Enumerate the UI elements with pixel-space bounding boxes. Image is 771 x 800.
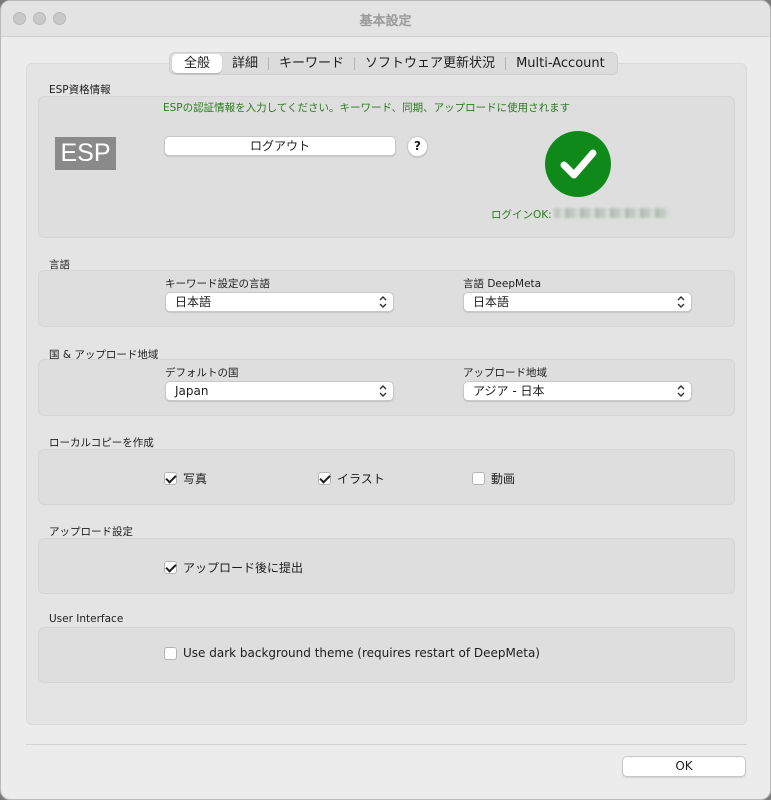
updown-chevron-icon: [677, 296, 685, 308]
default-country-select[interactable]: Japan: [165, 381, 394, 401]
video-checkbox-row[interactable]: 動画: [472, 470, 515, 487]
esp-hint-text: ESPの認証情報を入力してください。キーワード、同期、アップロードに使用されます: [163, 102, 571, 114]
preferences-window: 基本設定 全般 詳細 キーワード ソフトウェア更新状況 Multi-Accoun…: [0, 0, 771, 800]
submit-after-upload-label: アップロード後に提出: [183, 561, 304, 575]
ok-button[interactable]: OK: [622, 756, 746, 777]
tab-software-update[interactable]: ソフトウェア更新状況: [355, 54, 505, 73]
tab-keywords[interactable]: キーワード: [269, 54, 354, 73]
photo-checkbox-row[interactable]: 写真: [164, 470, 207, 487]
logout-button[interactable]: ログアウト: [164, 136, 396, 156]
photo-checkbox[interactable]: [164, 472, 177, 485]
esp-section-label: ESP資格情報: [49, 84, 111, 96]
submit-after-upload-checkbox[interactable]: [164, 561, 177, 574]
dark-theme-label: Use dark background theme (requires rest…: [183, 646, 540, 660]
tab-advanced[interactable]: 詳細: [222, 54, 268, 73]
keyword-language-value: 日本語: [175, 295, 212, 309]
deepmeta-language-label: 言語 DeepMeta: [463, 278, 542, 290]
video-label: 動画: [491, 472, 516, 486]
ui-section-label: User Interface: [49, 613, 124, 625]
default-country-label: デフォルトの国: [165, 367, 239, 379]
default-country-value: Japan: [175, 384, 209, 398]
upload-settings-section-label: アップロード設定: [49, 526, 133, 538]
dark-theme-row[interactable]: Use dark background theme (requires rest…: [164, 646, 540, 660]
local-copy-panel: [38, 449, 735, 505]
updown-chevron-icon: [379, 385, 387, 397]
keyword-language-select[interactable]: 日本語: [165, 292, 394, 312]
updown-chevron-icon: [677, 385, 685, 397]
dark-theme-checkbox[interactable]: [164, 646, 177, 660]
footer-divider: [26, 744, 747, 745]
video-checkbox[interactable]: [472, 472, 485, 485]
tab-multi-account[interactable]: Multi-Account: [506, 54, 615, 73]
checkmark-icon: [560, 149, 597, 179]
upload-region-label: アップロード地域: [463, 367, 547, 379]
photo-label: 写真: [183, 472, 208, 486]
illustration-checkbox-row[interactable]: イラスト: [318, 470, 385, 487]
title-bar: 基本設定: [1, 1, 770, 37]
login-status-text: ログインOK:: [491, 209, 552, 221]
login-success-icon: [545, 131, 611, 197]
esp-logo: ESP: [55, 137, 116, 170]
submit-after-upload-row[interactable]: アップロード後に提出: [164, 559, 303, 576]
deepmeta-language-value: 日本語: [473, 295, 510, 309]
deepmeta-language-select[interactable]: 日本語: [463, 292, 692, 312]
illustration-label: イラスト: [337, 472, 385, 486]
help-button[interactable]: ?: [407, 136, 428, 157]
keyword-language-label: キーワード設定の言語: [165, 278, 270, 290]
redacted-email: [554, 208, 670, 218]
upload-region-select[interactable]: アジア - 日本: [463, 381, 692, 401]
local-copy-section-label: ローカルコピーを作成: [49, 437, 154, 449]
tab-bar: 全般 詳細 キーワード ソフトウェア更新状況 Multi-Account: [169, 52, 618, 75]
tab-general[interactable]: 全般: [172, 54, 223, 73]
illustration-checkbox[interactable]: [318, 472, 331, 485]
upload-settings-panel: [38, 538, 735, 594]
updown-chevron-icon: [379, 296, 387, 308]
upload-region-value: アジア - 日本: [473, 384, 545, 398]
window-title: 基本設定: [359, 14, 412, 29]
